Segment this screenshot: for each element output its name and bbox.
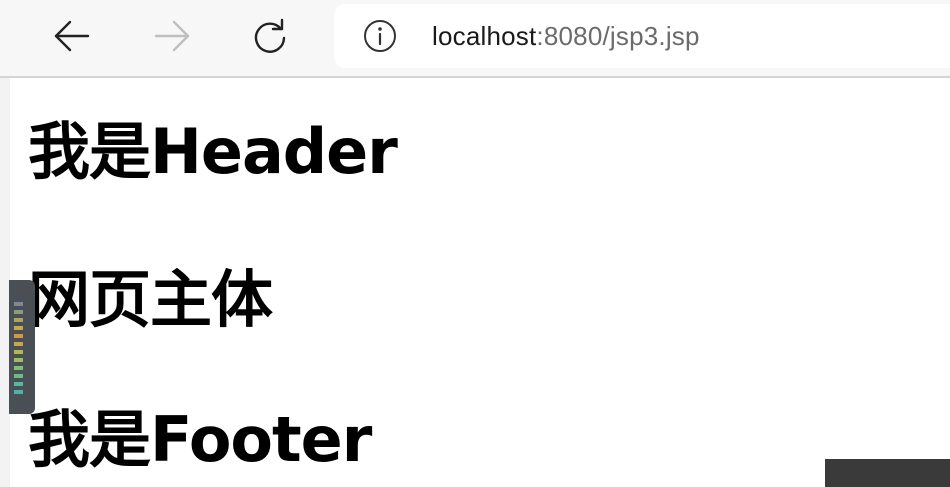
level-meter-bar [14,374,23,378]
url-path: :8080/jsp3.jsp [536,21,700,51]
arrow-right-icon [154,20,190,52]
side-panel-handle[interactable] [9,280,35,414]
level-meter-bar [14,358,23,362]
browser-toolbar: localhost:8080/jsp3.jsp [0,0,950,78]
level-meter-bar [14,350,23,354]
forward-button[interactable] [144,8,200,64]
taskbar-corner [825,459,950,487]
footer-heading: 我是Footer [28,403,372,476]
level-meter-bar [14,326,23,330]
reload-button[interactable] [242,8,298,64]
header-heading: 我是Header [28,115,398,188]
level-meter-bar [14,390,23,394]
info-icon[interactable] [362,18,398,54]
url-text[interactable]: localhost:8080/jsp3.jsp [432,18,700,54]
main-heading: 网页主体 [28,263,273,336]
level-meter-bar [14,302,23,306]
level-meter-bar [14,310,23,314]
level-meter-bar [14,342,23,346]
level-meter-bar [14,334,23,338]
reload-icon [254,18,286,53]
level-meter-bar [14,382,23,386]
url-host: localhost [432,21,537,51]
level-meter-bar [14,366,23,370]
page-content: 我是Header 网页主体 我是Footer [10,78,950,487]
arrow-left-icon [54,20,90,52]
back-button[interactable] [44,8,100,64]
level-meter-bar [14,318,23,322]
address-bar[interactable]: localhost:8080/jsp3.jsp [334,4,950,68]
browser-window: localhost:8080/jsp3.jsp 我是Header 网页主体 我是… [0,0,950,487]
